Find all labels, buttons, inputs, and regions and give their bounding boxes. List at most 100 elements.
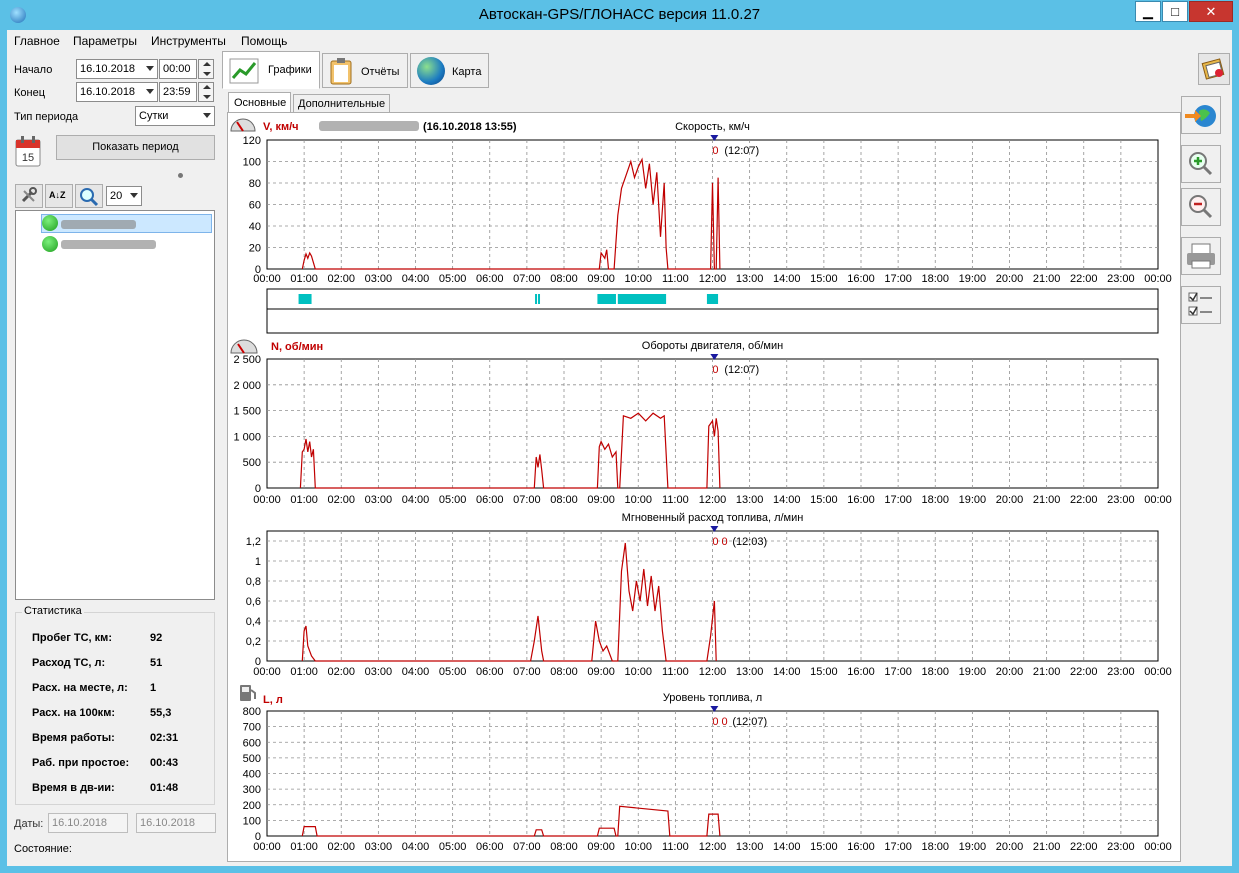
end-date-picker[interactable]: 16.10.2018 bbox=[76, 82, 158, 102]
maximize-button[interactable]: □ bbox=[1162, 1, 1188, 22]
x-tick-label: 00:00 bbox=[253, 666, 281, 678]
x-tick-label: 15:00 bbox=[810, 273, 838, 285]
x-tick-label: 12:00 bbox=[699, 494, 727, 506]
trip-segment bbox=[538, 294, 541, 304]
x-tick-label: 11:00 bbox=[662, 666, 689, 678]
vehicle-tree[interactable] bbox=[15, 210, 215, 600]
vehicle-online-icon bbox=[42, 215, 58, 231]
charts-panel: V, км/ч (16.10.2018 13:55) N, об/мин L, … bbox=[227, 112, 1181, 862]
chevron-down-icon bbox=[203, 113, 211, 118]
y-tick-label: 120 bbox=[243, 135, 261, 147]
map-transfer-button[interactable] bbox=[1181, 96, 1221, 134]
x-tick-label: 13:00 bbox=[736, 273, 764, 285]
statistics-title: Статистика bbox=[22, 605, 84, 617]
stat-label: Расх. на 100км: bbox=[32, 707, 115, 719]
status-label: Состояние: bbox=[14, 843, 72, 855]
menu-help[interactable]: Помощь bbox=[241, 34, 287, 48]
chart-title: Мгновенный расход топлива, л/мин bbox=[622, 512, 804, 524]
zoom-search-button[interactable] bbox=[75, 184, 103, 208]
x-tick-label: 06:00 bbox=[476, 273, 504, 285]
x-tick-label: 06:00 bbox=[476, 666, 504, 678]
x-tick-label: 07:00 bbox=[513, 841, 541, 853]
y-tick-label: 20 bbox=[249, 243, 261, 255]
x-tick-label: 04:00 bbox=[402, 494, 430, 506]
stat-value: 01:48 bbox=[150, 782, 179, 794]
x-tick-label: 10:00 bbox=[624, 273, 652, 285]
x-tick-label: 17:00 bbox=[884, 841, 912, 853]
y-tick-label: 1 bbox=[255, 556, 261, 568]
x-tick-label: 00:00 bbox=[1144, 494, 1172, 506]
y-tick-label: 400 bbox=[243, 769, 261, 781]
vehicle-name-redacted bbox=[61, 240, 156, 249]
x-tick-label: 22:00 bbox=[1070, 273, 1098, 285]
x-tick-label: 03:00 bbox=[365, 494, 393, 506]
close-button[interactable]: ✕ bbox=[1189, 1, 1233, 22]
end-time-spinner[interactable] bbox=[198, 82, 214, 102]
start-time-field[interactable]: 00:00 bbox=[159, 59, 197, 79]
tab-charts[interactable]: Графики bbox=[222, 51, 320, 89]
x-tick-label: 05:00 bbox=[439, 841, 467, 853]
x-tick-label: 22:00 bbox=[1070, 841, 1098, 853]
chart-title: Скорость, км/ч bbox=[675, 121, 750, 133]
x-tick-label: 09:00 bbox=[587, 841, 615, 853]
x-tick-label: 23:00 bbox=[1107, 666, 1135, 678]
zoom-in-button[interactable] bbox=[1181, 145, 1221, 183]
period-type-value: Сутки bbox=[139, 110, 169, 122]
zoom-level-select[interactable]: 20 bbox=[106, 186, 142, 206]
x-tick-label: 16:00 bbox=[847, 666, 875, 678]
subtab-main-label: Основные bbox=[234, 97, 287, 109]
stat-label: Время в дв-ии: bbox=[32, 782, 115, 794]
tab-map[interactable]: Карта bbox=[410, 53, 489, 88]
show-period-button[interactable]: Показать период bbox=[56, 135, 215, 160]
x-tick-label: 03:00 bbox=[365, 666, 393, 678]
subtab-additional[interactable]: Дополнительные bbox=[293, 94, 390, 113]
y-tick-label: 1 000 bbox=[233, 431, 261, 443]
y-tick-label: 500 bbox=[243, 753, 261, 765]
x-tick-label: 06:00 bbox=[476, 494, 504, 506]
cursor-time: (12:03) bbox=[732, 536, 767, 548]
chart-title: Обороты двигателя, об/мин bbox=[642, 340, 783, 352]
y-tick-label: 600 bbox=[243, 737, 261, 749]
end-date-value: 16.10.2018 bbox=[80, 86, 136, 98]
y-tick-label: 0,4 bbox=[246, 616, 261, 628]
trip-segment bbox=[706, 294, 719, 304]
stat-value: 92 bbox=[150, 632, 163, 644]
sort-az-button[interactable]: A↓Z bbox=[45, 184, 73, 208]
export-button[interactable] bbox=[1198, 53, 1230, 85]
x-tick-label: 13:00 bbox=[736, 841, 764, 853]
title-bar: Автоскан-GPS/ГЛОНАСС версия 11.0.27 ▁ □ … bbox=[0, 0, 1239, 30]
tab-reports[interactable]: Отчёты bbox=[322, 53, 408, 88]
x-tick-label: 20:00 bbox=[996, 841, 1024, 853]
menu-tools[interactable]: Инструменты bbox=[151, 34, 226, 48]
zoom-in-icon bbox=[1189, 152, 1213, 176]
minimize-button[interactable]: ▁ bbox=[1135, 1, 1161, 22]
x-tick-label: 23:00 bbox=[1107, 273, 1135, 285]
start-date-value: 16.10.2018 bbox=[80, 63, 136, 75]
calendar-day: 15 bbox=[22, 152, 34, 164]
print-button[interactable] bbox=[1181, 237, 1221, 275]
x-tick-label: 20:00 bbox=[996, 666, 1024, 678]
menu-parameters[interactable]: Параметры bbox=[73, 34, 137, 48]
x-tick-label: 12:00 bbox=[699, 666, 727, 678]
start-date-picker[interactable]: 16.10.2018 bbox=[76, 59, 158, 79]
end-time-field[interactable]: 23:59 bbox=[159, 82, 197, 102]
subtab-additional-label: Дополнительные bbox=[298, 98, 386, 110]
x-tick-label: 18:00 bbox=[921, 273, 949, 285]
zoom-out-button[interactable] bbox=[1181, 188, 1221, 226]
y-tick-label: 1 500 bbox=[233, 406, 261, 418]
checklist-button[interactable] bbox=[1181, 286, 1221, 324]
x-tick-label: 21:00 bbox=[1033, 841, 1061, 853]
x-tick-label: 07:00 bbox=[513, 666, 541, 678]
subtab-main[interactable]: Основные bbox=[228, 92, 291, 113]
settings-tools-button[interactable] bbox=[15, 184, 43, 208]
x-tick-label: 15:00 bbox=[810, 666, 838, 678]
y-tick-label: 700 bbox=[243, 722, 261, 734]
x-tick-label: 06:00 bbox=[476, 841, 504, 853]
menu-main[interactable]: Главное bbox=[14, 34, 60, 48]
trip-segment bbox=[597, 294, 616, 304]
x-tick-label: 01:00 bbox=[290, 666, 318, 678]
period-type-select[interactable]: Сутки bbox=[135, 106, 215, 126]
x-tick-label: 18:00 bbox=[921, 841, 949, 853]
cursor-time: (12:07) bbox=[724, 364, 759, 376]
start-time-spinner[interactable] bbox=[198, 59, 214, 79]
